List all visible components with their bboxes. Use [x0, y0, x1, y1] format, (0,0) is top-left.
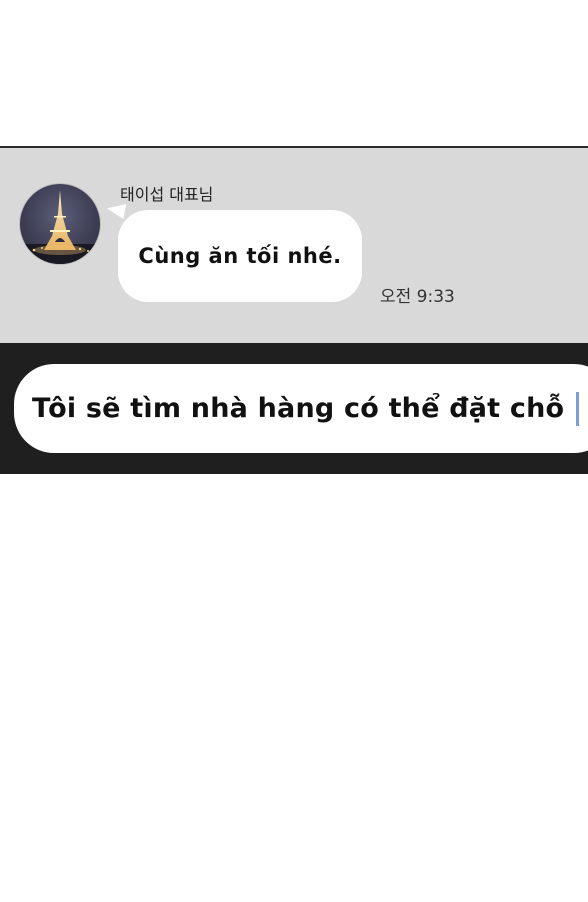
eiffel-tower-night-image: [20, 184, 100, 264]
message-input-text: Tôi sẽ tìm nhà hàng có thể đặt chỗ: [32, 364, 580, 453]
text-caret: [576, 391, 580, 426]
message-text: Cùng ăn tối nhé.: [138, 244, 342, 268]
avatar[interactable]: [20, 184, 100, 264]
chat-panel: 태이섭 대표님 Cùng ăn tối nhé. 오전 9:33: [0, 146, 588, 343]
message-bubble[interactable]: Cùng ăn tối nhé.: [118, 210, 362, 302]
message-input-value: Tôi sẽ tìm nhà hàng có thể đặt chỗ: [32, 393, 565, 424]
message-timestamp: 오전 9:33: [380, 287, 455, 307]
sender-name: 태이섭 대표님: [120, 185, 214, 204]
message-input-field[interactable]: Tôi sẽ tìm nhà hàng có thể đặt chỗ: [14, 364, 588, 453]
message-input-bar: Tôi sẽ tìm nhà hàng có thể đặt chỗ: [0, 343, 588, 474]
